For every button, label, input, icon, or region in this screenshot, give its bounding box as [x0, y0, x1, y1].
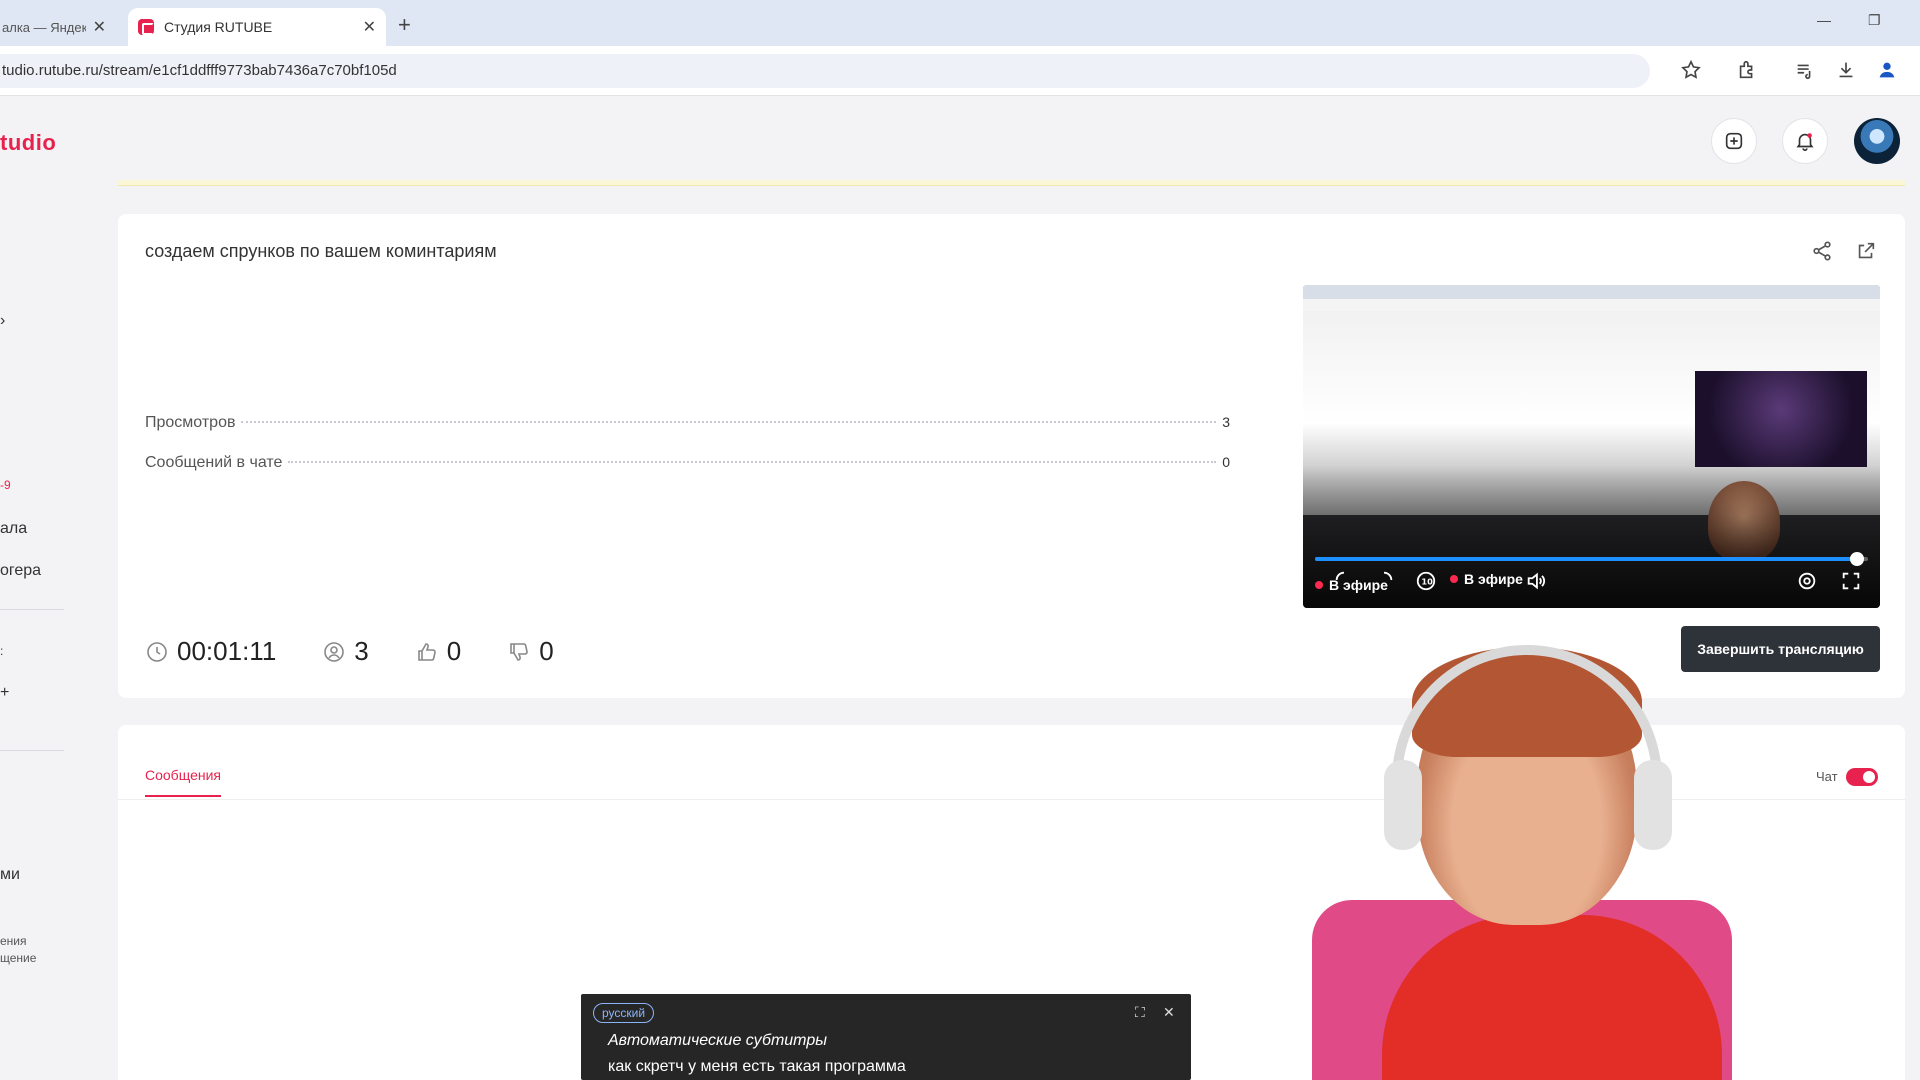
live-badge[interactable]: В эфире	[1450, 571, 1523, 587]
stat-value: 0	[1222, 454, 1230, 470]
url-input[interactable]: tudio.rutube.ru/stream/e1cf1ddfff9773bab…	[0, 54, 1650, 88]
browser-addressbar: tudio.rutube.ru/stream/e1cf1ddfff9773bab…	[0, 46, 1920, 96]
browser-tab-yandex[interactable]: алка — Яндекс ✕	[0, 8, 122, 46]
stream-card: создаем спрунков по вашем коминтариям Пр…	[118, 214, 1905, 698]
expand-icon[interactable]: ⛶	[1135, 1004, 1145, 1021]
studio-header: tudio	[0, 96, 1920, 186]
tab-messages[interactable]: Сообщения	[145, 767, 221, 797]
headphone-cup-right	[1634, 760, 1672, 850]
sidebar-item-5[interactable]: ения	[0, 934, 27, 948]
open-external-icon[interactable]	[1855, 240, 1879, 264]
stat-chat-messages: Сообщений в чате 0	[145, 454, 1230, 472]
settings-gear-icon[interactable]	[1796, 570, 1818, 592]
live-captions-panel: русский ⛶ ✕ Автоматические субтитры как …	[581, 994, 1191, 1080]
captions-title: Автоматические субтитры	[608, 1032, 827, 1049]
studio-logo[interactable]: tudio	[0, 130, 56, 156]
fullscreen-icon[interactable]	[1840, 570, 1862, 592]
metric-viewers: 3	[322, 636, 369, 667]
minimize-icon[interactable]: —	[1817, 12, 1831, 28]
close-icon[interactable]: ✕	[363, 17, 376, 37]
share-icon[interactable]	[1811, 240, 1835, 264]
caption-language-button[interactable]: русский	[593, 1003, 655, 1023]
extensions-icon[interactable]	[1736, 59, 1760, 83]
stat-label: Просмотров	[145, 414, 236, 431]
user-icon	[324, 641, 345, 662]
notifications-button[interactable]	[1782, 118, 1828, 164]
sidebar-divider	[0, 609, 64, 610]
sidebar-add-button[interactable]: +	[0, 684, 9, 702]
dotted-leader	[241, 421, 1217, 423]
avatar[interactable]	[1854, 118, 1900, 164]
dotted-leader	[288, 461, 1217, 463]
forward-icon[interactable]	[1373, 569, 1395, 591]
player-progress-bar[interactable]	[1315, 552, 1868, 566]
tab-title: Студия RUTUBE	[164, 19, 273, 35]
sidebar-item-icon-fragment[interactable]: ›	[0, 312, 5, 330]
svg-text:10: 10	[1421, 577, 1433, 587]
progress-fill	[1315, 557, 1857, 561]
thumbs-up-icon	[417, 642, 436, 661]
stat-views: Просмотров 3	[145, 414, 1230, 432]
upload-button[interactable]	[1711, 118, 1757, 164]
sidebar-divider	[0, 750, 64, 751]
tab-title: алка — Яндекс	[2, 19, 86, 35]
restore-icon[interactable]: ❐	[1868, 12, 1881, 29]
browser-tabbar: алка — Яндекс ✕ Студия RUTUBE ✕ + — ❐	[0, 0, 1920, 46]
sidebar-item-1[interactable]: ала	[0, 520, 27, 538]
volume-icon[interactable]	[1525, 570, 1547, 592]
likes-value: 0	[446, 636, 462, 666]
mini-address-bar	[1303, 299, 1880, 311]
live-dot-icon	[1315, 581, 1323, 589]
dislikes-value: 0	[539, 636, 554, 666]
clock-icon	[147, 641, 167, 662]
webcam-overlay	[1272, 645, 1832, 1080]
sidebar-item-new[interactable]: -9	[0, 478, 11, 492]
metric-duration: 00:01:11	[145, 636, 276, 667]
media-playlist-icon[interactable]	[1794, 59, 1818, 83]
stream-metrics: 00:01:11 3 0 0	[145, 636, 600, 667]
captions-text: как скретч у меня есть такая программа	[608, 1058, 906, 1075]
metric-dislikes: 0	[507, 636, 554, 667]
stat-value: 3	[1222, 414, 1230, 430]
rewind-icon[interactable]	[1333, 569, 1355, 591]
mini-video-preview	[1695, 371, 1867, 467]
skip-10-icon[interactable]: 10	[1415, 570, 1437, 592]
bookmark-star-icon[interactable]	[1680, 59, 1704, 83]
duration-value: 00:01:11	[177, 636, 277, 666]
new-tab-button[interactable]: +	[398, 12, 411, 38]
sidebar-item-3[interactable]: :	[0, 644, 3, 658]
bell-icon	[1796, 133, 1814, 151]
notice-banner	[118, 180, 1905, 186]
profile-icon[interactable]	[1876, 59, 1900, 83]
live-label: В эфире	[1464, 571, 1523, 587]
stat-label: Сообщений в чате	[145, 454, 283, 471]
download-icon[interactable]	[1835, 59, 1859, 83]
viewers-value: 3	[354, 636, 369, 666]
plus-square-icon	[1725, 132, 1743, 150]
chat-toggle[interactable]	[1846, 768, 1878, 786]
live-dot-icon	[1450, 575, 1458, 583]
rutube-favicon-icon	[138, 19, 154, 35]
browser-tab-rutube-studio[interactable]: Студия RUTUBE ✕	[128, 8, 386, 46]
sidebar-item-2[interactable]: огера	[0, 562, 41, 580]
mini-browser-bar	[1303, 285, 1880, 299]
sidebar-item-4[interactable]: ми	[0, 866, 20, 884]
close-icon[interactable]: ✕	[93, 17, 106, 37]
close-icon[interactable]: ✕	[1163, 1004, 1175, 1021]
stream-title: создаем спрунков по вашем коминтариям	[145, 241, 497, 261]
metric-likes: 0	[415, 636, 461, 667]
progress-knob[interactable]	[1849, 552, 1864, 566]
sidebar-item-6[interactable]: щение	[0, 951, 36, 965]
thumbs-down-icon	[510, 642, 529, 661]
headphone-cup-left	[1384, 760, 1422, 850]
stream-preview-player[interactable]: В эфире 10 В эфире	[1303, 285, 1880, 608]
